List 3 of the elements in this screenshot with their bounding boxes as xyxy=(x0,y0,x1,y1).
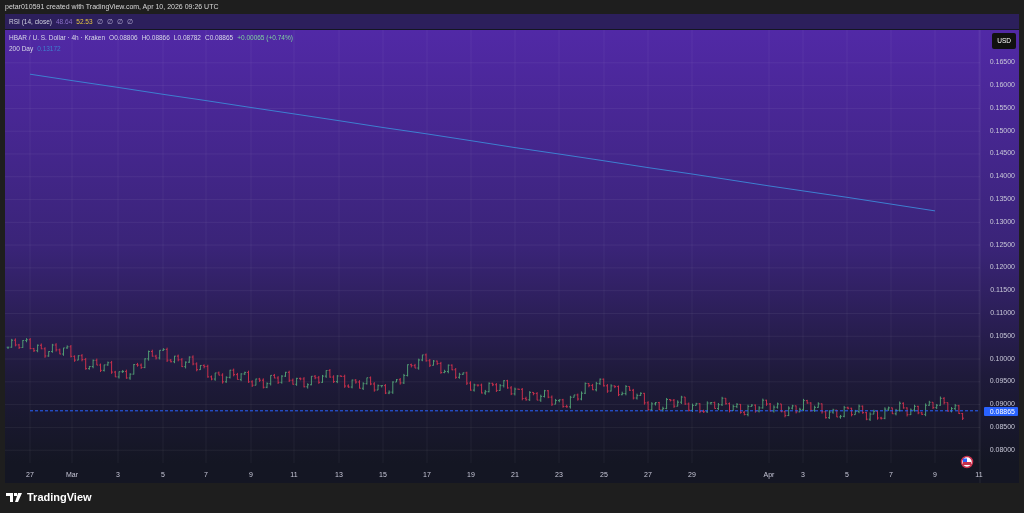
logo-icon xyxy=(6,492,23,502)
logo-text: TradingView xyxy=(27,490,92,505)
flag-icon xyxy=(960,455,974,469)
